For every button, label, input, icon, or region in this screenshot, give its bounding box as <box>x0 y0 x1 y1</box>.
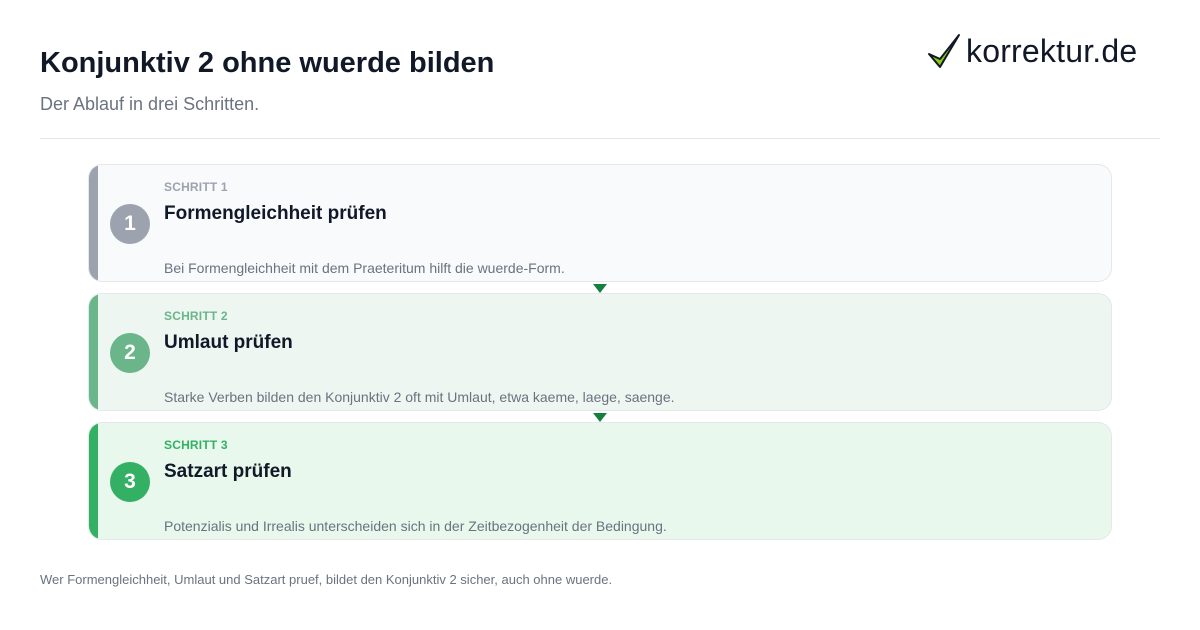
step-kicker: SCHRITT 1 <box>164 180 228 194</box>
step-number-badge: 3 <box>110 462 150 502</box>
step-accent-bar <box>89 294 98 410</box>
step-accent-bar <box>89 165 98 281</box>
page-subtitle: Der Ablauf in drei Schritten. <box>40 94 260 114</box>
step-number-badge: 1 <box>110 204 150 244</box>
step-card-2: 2 SCHRITT 2 Umlaut prüfen Starke Verben … <box>88 293 1112 411</box>
step-title: Formengleichheit prüfen <box>164 203 387 224</box>
header-divider <box>40 138 1160 139</box>
logo-text: korrektur.de <box>966 33 1138 69</box>
step-title: Umlaut prüfen <box>164 332 293 353</box>
footnote: Wer Formengleichheit, Umlaut und Satzart… <box>40 572 613 587</box>
step-connector-arrow <box>593 284 607 293</box>
step-connector-arrow <box>593 413 607 422</box>
checkmark-icon <box>928 34 960 68</box>
step-card-3: 3 SCHRITT 3 Satzart prüfen Potenzialis u… <box>88 422 1112 540</box>
page-title: Konjunktiv 2 ohne wuerde bilden <box>40 47 495 79</box>
step-card-1: 1 SCHRITT 1 Formengleichheit prüfen Bei … <box>88 164 1112 282</box>
step-description: Potenzialis und Irrealis unterscheiden s… <box>164 518 667 534</box>
step-description: Bei Formengleichheit mit dem Praeteritum… <box>164 260 565 276</box>
step-kicker: SCHRITT 3 <box>164 438 228 452</box>
step-description: Starke Verben bilden den Konjunktiv 2 of… <box>164 389 675 405</box>
step-kicker: SCHRITT 2 <box>164 309 228 323</box>
step-accent-bar <box>89 423 98 539</box>
step-title: Satzart prüfen <box>164 461 292 482</box>
step-number-badge: 2 <box>110 333 150 373</box>
brand-logo[interactable]: korrektur.de <box>926 30 1137 72</box>
